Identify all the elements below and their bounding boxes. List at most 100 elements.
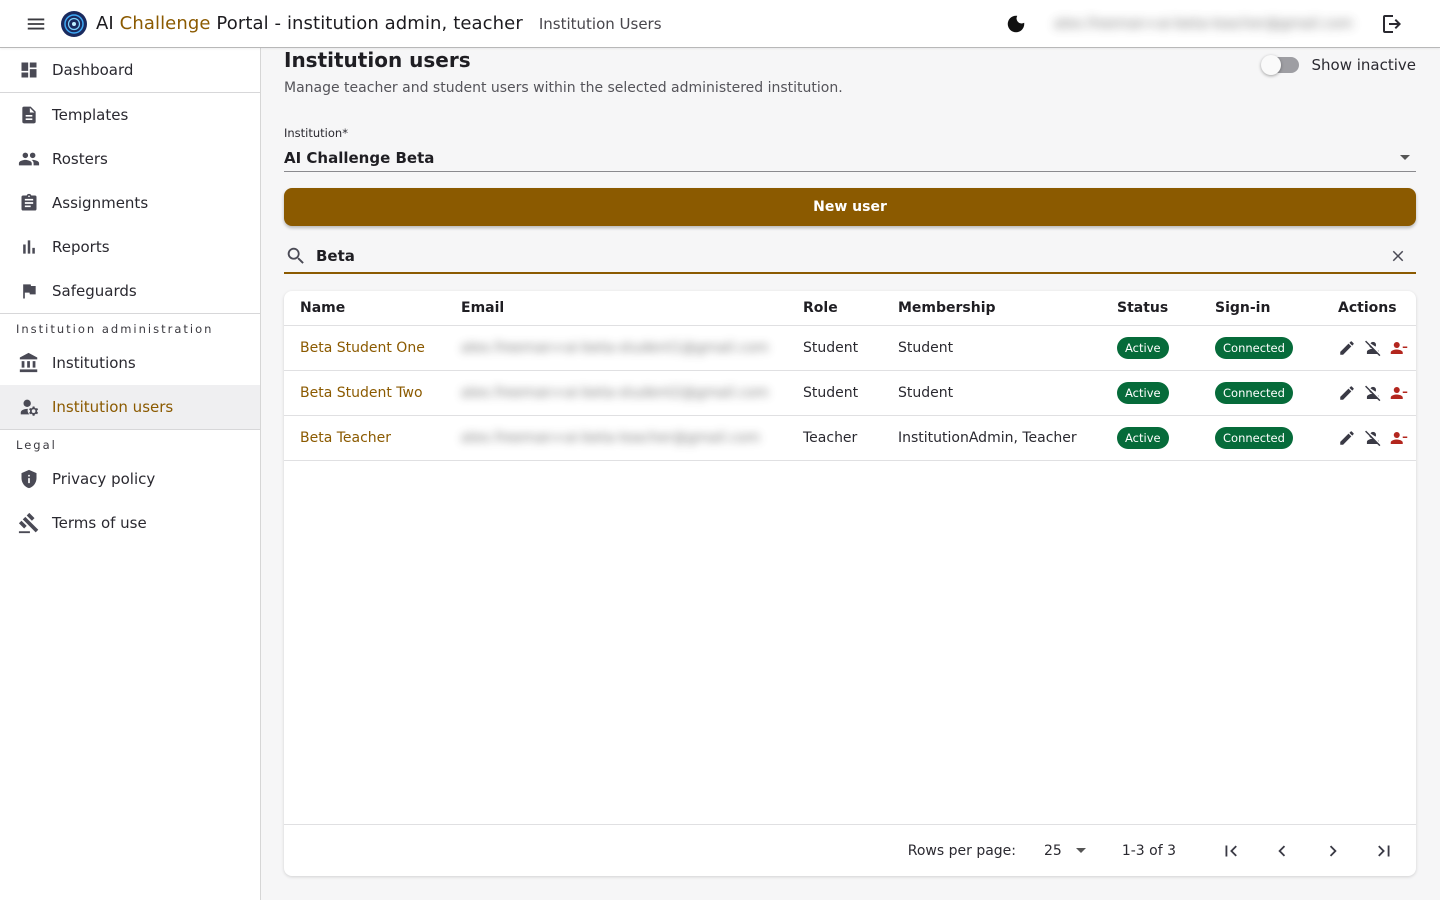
first-page-icon bbox=[1225, 845, 1237, 856]
column-header-name[interactable]: Name bbox=[284, 291, 445, 326]
logo-icon bbox=[61, 10, 87, 37]
actions-cell bbox=[1322, 370, 1416, 416]
top-right-actions: alex.freeman+ai-beta-teacher@gmail.com bbox=[996, 4, 1440, 44]
menu-icon bbox=[27, 18, 45, 29]
table-pagination: Rows per page: 25 1-3 of 3 bbox=[284, 824, 1416, 876]
new-user-button[interactable]: New user bbox=[284, 188, 1416, 226]
user-membership-cell: Student bbox=[882, 370, 1101, 416]
sidebar-item-institution-users[interactable]: Institution users bbox=[0, 385, 260, 429]
user-name-link[interactable]: Beta Student Two bbox=[284, 370, 445, 416]
user-role-cell: Student bbox=[787, 325, 882, 371]
logout-button[interactable] bbox=[1372, 4, 1412, 44]
search-bar bbox=[284, 240, 1416, 274]
sidebar-item-assignments[interactable]: Assignments bbox=[0, 181, 260, 225]
document-icon bbox=[18, 104, 40, 126]
theme-toggle-button[interactable] bbox=[996, 4, 1036, 44]
rows-per-page-value: 25 bbox=[1044, 842, 1062, 859]
column-header-signin[interactable]: Sign-in bbox=[1199, 291, 1322, 326]
dropdown-arrow-icon bbox=[1075, 848, 1086, 853]
menu-button[interactable] bbox=[12, 0, 60, 48]
search-icon bbox=[284, 244, 308, 268]
top-app-bar: AI Challenge Portal - institution admin,… bbox=[0, 0, 1440, 48]
show-inactive-switch[interactable] bbox=[1261, 55, 1300, 75]
status-cell: Active bbox=[1101, 370, 1199, 416]
clipboard-icon bbox=[18, 192, 40, 214]
sidebar-item-safeguards[interactable]: Safeguards bbox=[0, 269, 260, 313]
sidebar-item-terms-of-use[interactable]: Terms of use bbox=[0, 501, 260, 545]
rows-per-page-select[interactable]: 25 bbox=[1044, 843, 1086, 859]
next-page-button[interactable] bbox=[1313, 831, 1353, 871]
column-header-actions: Actions bbox=[1322, 291, 1416, 326]
user-role-cell: Student bbox=[787, 370, 882, 416]
status-cell: Active bbox=[1101, 325, 1199, 371]
remove-user-button[interactable] bbox=[1390, 339, 1408, 357]
column-header-email[interactable]: Email bbox=[445, 291, 787, 326]
user-name-link[interactable]: Beta Student One bbox=[284, 325, 445, 371]
last-page-button[interactable] bbox=[1364, 831, 1404, 871]
first-page-button[interactable] bbox=[1211, 831, 1251, 871]
table-row: Beta Teacher alex.freeman+ai-beta-teache… bbox=[284, 415, 1416, 461]
last-page-icon bbox=[1378, 845, 1390, 856]
manage-accounts-icon bbox=[18, 396, 40, 418]
show-inactive-toggle[interactable]: Show inactive bbox=[1261, 55, 1416, 75]
logout-icon bbox=[1383, 14, 1401, 33]
edit-button[interactable] bbox=[1338, 339, 1356, 357]
user-role-cell: Teacher bbox=[787, 415, 882, 461]
breadcrumb: Institution Users bbox=[538, 14, 662, 33]
user-email-cell: alex.freeman+ai-beta-teacher@gmail.com bbox=[445, 415, 787, 461]
sidebar-item-label: Institutions bbox=[52, 354, 136, 372]
edit-button[interactable] bbox=[1338, 384, 1356, 402]
remove-user-button[interactable] bbox=[1390, 384, 1408, 402]
clear-search-button[interactable] bbox=[1386, 244, 1410, 268]
status-badge: Active bbox=[1117, 381, 1169, 404]
column-header-role[interactable]: Role bbox=[787, 291, 882, 326]
edit-icon bbox=[1340, 340, 1354, 355]
close-icon bbox=[1392, 250, 1404, 262]
chevron-right-icon bbox=[1329, 845, 1337, 856]
status-badge: Active bbox=[1117, 336, 1169, 359]
person-remove-icon bbox=[1390, 431, 1408, 444]
edit-button[interactable] bbox=[1338, 429, 1356, 447]
flag-icon bbox=[18, 280, 40, 302]
section-title-admin: Institution administration bbox=[16, 322, 214, 336]
sidebar-item-reports[interactable]: Reports bbox=[0, 225, 260, 269]
sidebar-item-dashboard[interactable]: Dashboard bbox=[0, 48, 260, 92]
sidebar-item-label: Safeguards bbox=[52, 282, 137, 300]
row-actions bbox=[1338, 384, 1416, 402]
app-title: AI Challenge Portal - institution admin,… bbox=[96, 13, 523, 34]
app-title-accent: Challenge bbox=[119, 13, 211, 34]
search-input[interactable] bbox=[316, 247, 1356, 265]
sidebar-item-privacy-policy[interactable]: Privacy policy bbox=[0, 457, 260, 501]
sidebar-item-label: Templates bbox=[52, 106, 129, 124]
sidebar-item-label: Dashboard bbox=[52, 61, 134, 79]
users-table: Name Email Role Membership Status Sign-i… bbox=[284, 291, 1416, 461]
sidebar: Dashboard Templates Rosters Assignments … bbox=[0, 48, 261, 900]
column-header-membership[interactable]: Membership bbox=[882, 291, 1101, 326]
signin-cell: Connected bbox=[1199, 370, 1322, 416]
page-title: Institution users bbox=[284, 48, 471, 72]
sidebar-item-label: Reports bbox=[52, 238, 110, 256]
sidebar-item-templates[interactable]: Templates bbox=[0, 93, 260, 137]
institution-field-label: Institution* bbox=[284, 126, 348, 140]
user-membership-cell: InstitutionAdmin, Teacher bbox=[882, 415, 1101, 461]
disable-signin-button[interactable] bbox=[1364, 384, 1382, 402]
bar-chart-icon bbox=[18, 236, 40, 258]
user-email-text: alex.freeman+ai-beta-teacher@gmail.com bbox=[461, 429, 760, 446]
signin-badge: Connected bbox=[1215, 426, 1293, 449]
actions-cell bbox=[1322, 325, 1416, 371]
edit-icon bbox=[1340, 385, 1354, 400]
institution-select[interactable]: AI Challenge Beta bbox=[284, 144, 1416, 172]
user-email-text: alex.freeman+ai-beta-student1@gmail.com bbox=[461, 339, 769, 356]
user-name-link[interactable]: Beta Teacher bbox=[284, 415, 445, 461]
status-cell: Active bbox=[1101, 415, 1199, 461]
disable-signin-button[interactable] bbox=[1364, 429, 1382, 447]
previous-page-button[interactable] bbox=[1262, 831, 1302, 871]
gavel-icon bbox=[18, 512, 40, 534]
remove-user-button[interactable] bbox=[1390, 429, 1408, 447]
person-off-icon bbox=[1365, 430, 1381, 446]
disable-signin-button[interactable] bbox=[1364, 339, 1382, 357]
users-table-card: Name Email Role Membership Status Sign-i… bbox=[284, 291, 1416, 876]
sidebar-item-institutions[interactable]: Institutions bbox=[0, 341, 260, 385]
column-header-status[interactable]: Status bbox=[1101, 291, 1199, 326]
sidebar-item-rosters[interactable]: Rosters bbox=[0, 137, 260, 181]
